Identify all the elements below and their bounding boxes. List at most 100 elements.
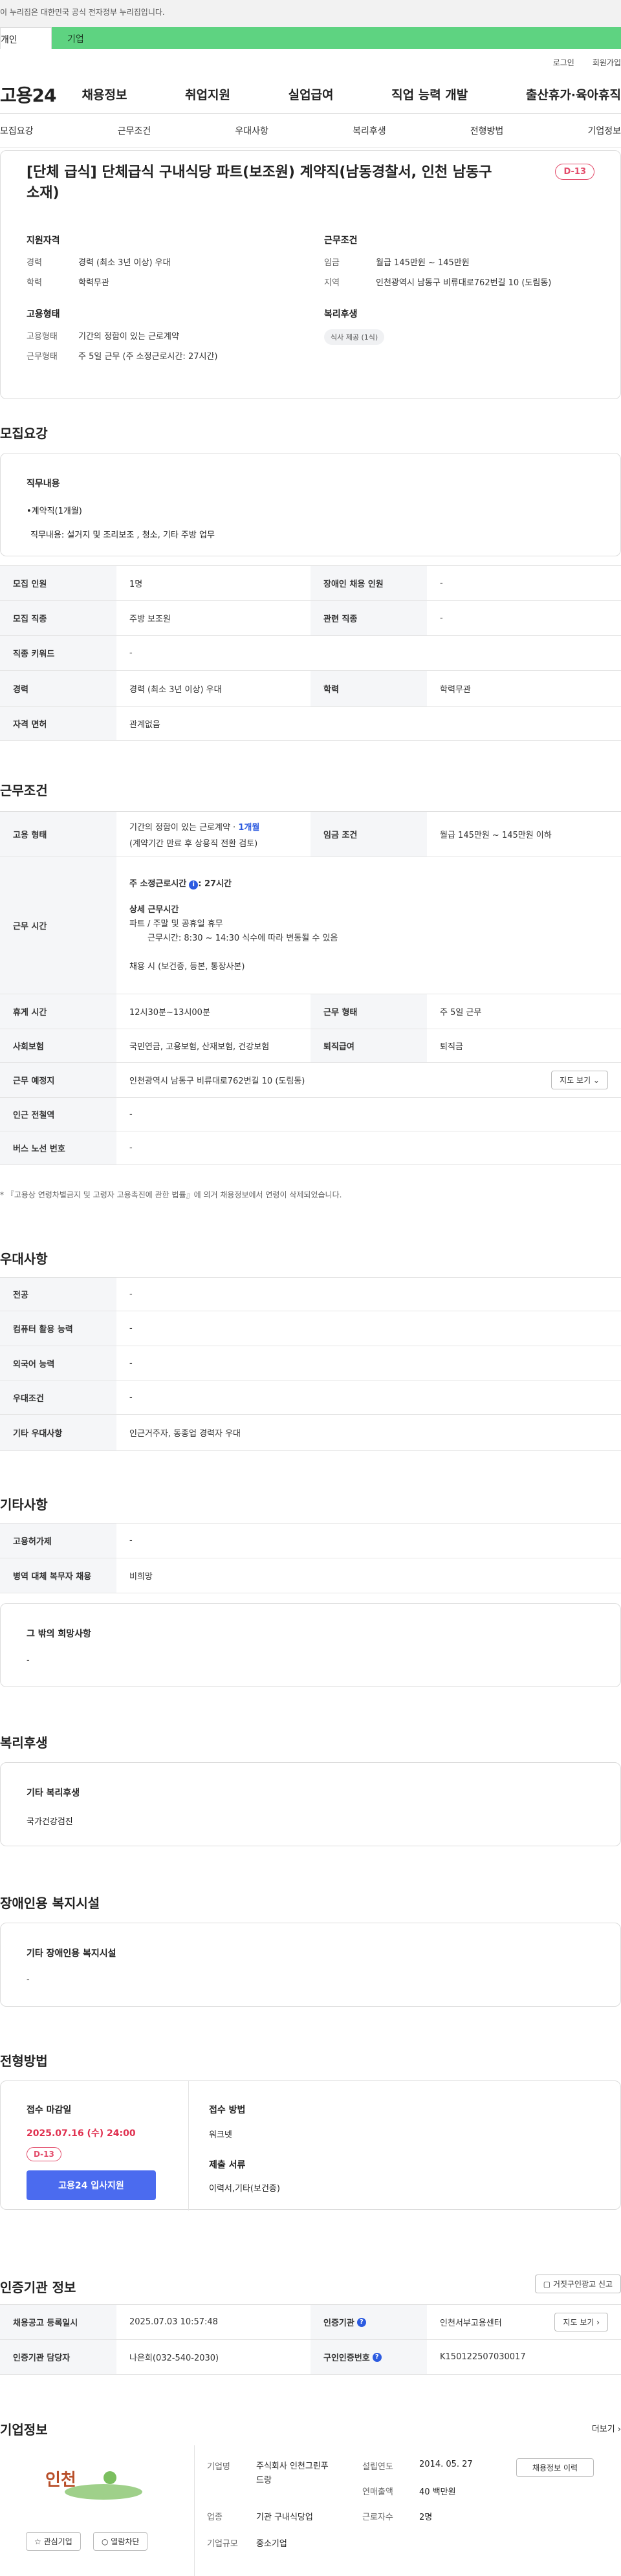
- th: 고용 형태: [0, 812, 116, 857]
- value: 경력 (최소 3년 이상) 우대: [78, 258, 171, 268]
- anchor-welfare[interactable]: 복리후생: [353, 124, 386, 137]
- time-line-5: 채용 시 (보건증, 등본, 통장사본): [129, 961, 245, 972]
- anchor-nav: 모집요강 근무조건 우대사항 복리후생 전형방법 기업정보: [0, 114, 621, 147]
- user-type-tabs: 개인 기업: [0, 27, 621, 49]
- emp-line-1: 기간의 정함이 있는 근로계약 · 1개월: [129, 820, 259, 833]
- cond-region: 지역 인천광역시 남동구 비류대로762번길 10 (도림동): [324, 276, 596, 288]
- td: 인천서부고용센터 지도 보기 ›: [427, 2305, 621, 2339]
- td: 주 소정근로시간 i: 27시간 상세 근무시간 파트 / 주말 및 공휴일 휴무…: [116, 857, 621, 994]
- label: 근무형태: [27, 352, 58, 362]
- login-link[interactable]: 로그인: [553, 57, 574, 68]
- emp-line-2: (계약기간 만료 후 상용직 전환 검토): [129, 838, 258, 849]
- time-line-4: 근무시간: 8:30 ~ 14:30 식수에 따라 변동될 수 있음: [147, 933, 338, 943]
- apply-button[interactable]: 고용24 입사지원: [27, 2170, 156, 2200]
- time-line-3: 파트 / 주말 및 공휴일 휴무: [129, 919, 223, 929]
- info-icon[interactable]: ?: [356, 2317, 366, 2327]
- gnb-item-training[interactable]: 직업 능력 개발: [391, 85, 468, 103]
- table-row: 사회보험 국민연금, 고용보험, 산재보험, 건강보험 퇴직급여 퇴직금: [0, 1029, 621, 1063]
- cond-wage: 임금 월급 145만원 ~ 145만원: [324, 256, 596, 268]
- report-button[interactable]: ▢ 거짓구인광고 신고: [534, 2275, 621, 2293]
- job-summary-card: [단체 급식] 단체급식 구내식당 파트(보조원) 계약직(남동경찰서, 인천 …: [0, 150, 621, 399]
- org-map-button[interactable]: 지도 보기 ›: [554, 2313, 608, 2331]
- duty-line-1: •계약직(1개월): [27, 507, 82, 516]
- td: 인천광역시 남동구 비류대로762번길 10 (도림동) 지도 보기 ⌄: [116, 1063, 621, 1097]
- company-size-row: 기업규모 중소기업: [207, 2537, 362, 2549]
- section-title-work: 근무조건: [0, 783, 48, 798]
- page: 이 누리집은 대한민국 공식 전자정부 누리집입니다. 개인 기업 로그인 회원…: [0, 0, 621, 2576]
- label: 근로자수: [362, 2513, 393, 2522]
- td: -: [129, 648, 133, 658]
- history-button[interactable]: 채용정보 이력: [516, 2458, 594, 2477]
- divider: [188, 2081, 189, 2210]
- company-info-left: 기업명 주식회사 인천그린푸드랑 업종 기관 구내식당업 기업규모 중소기업: [207, 2460, 362, 2549]
- gov-notice-bar: 이 누리집은 대한민국 공식 전자정부 누리집입니다.: [0, 0, 621, 27]
- emp-time: 근무형태 주 5일 근무 (주 소정근로시간: 27시간): [27, 349, 324, 362]
- logo-text: 인천: [45, 2471, 76, 2490]
- info-icon[interactable]: i: [189, 880, 199, 890]
- th: 모집 인원: [0, 566, 116, 600]
- place-value: 인천광역시 남동구 비류대로762번길 10 (도림동): [129, 1076, 305, 1086]
- site-logo[interactable]: 고용24: [0, 82, 56, 107]
- th: 인증기관 담당자: [0, 2340, 116, 2374]
- map-button[interactable]: 지도 보기 ⌄: [551, 1071, 608, 1089]
- th: 관련 직종: [310, 601, 427, 635]
- th: 직종 키워드: [0, 636, 116, 670]
- other-value: -: [27, 1655, 30, 1665]
- gnb-item-unemployment[interactable]: 실업급여: [289, 85, 334, 103]
- info-icon[interactable]: ?: [372, 2352, 382, 2362]
- table-row: 인증기관 담당자 나은희(032-540-2030) 구인인증번호? K1501…: [0, 2340, 621, 2375]
- td: 국민연금, 고용보험, 산재보험, 건강보험: [129, 1042, 270, 1052]
- section-title-company: 기업정보: [0, 2422, 48, 2438]
- th: 근무 시간: [0, 857, 116, 994]
- qual-career: 경력 경력 (최소 3년 이상) 우대: [27, 256, 324, 268]
- duty-title: 직무내용: [27, 479, 60, 489]
- work-table: 고용 형태 기간의 정함이 있는 근로계약 · 1개월 (계약기간 만료 후 상…: [0, 811, 621, 1165]
- company-panel: 인천 ☆ 관심기업 ○ 열람차단 기업명 주식회사 인천그린푸드랑 업종 기관 구내…: [0, 2445, 621, 2576]
- utility-bar: 로그인 회원가입: [0, 49, 621, 75]
- method-label: 접수 방법: [209, 2105, 246, 2115]
- join-link[interactable]: 회원가입: [593, 57, 621, 68]
- company-more-link[interactable]: 더보기 ›: [592, 2422, 621, 2434]
- td: -: [129, 1289, 133, 1299]
- anchor-pref[interactable]: 우대사항: [235, 124, 268, 137]
- value: 주 5일 근무 (주 소정근로시간: 27시간): [78, 352, 218, 362]
- qual-title: 지원자격: [27, 235, 60, 246]
- th: 경력: [0, 671, 116, 706]
- block-company-button[interactable]: ○ 열람차단: [93, 2532, 148, 2551]
- table-row: 인근 전철역 -: [0, 1098, 621, 1131]
- other-box: 그 밖의 희망사항 -: [0, 1603, 621, 1687]
- value: 2명: [419, 2513, 433, 2522]
- facility-box: 기타 장애인용 복지시설 -: [0, 1923, 621, 2007]
- anchor-company[interactable]: 기업정보: [587, 124, 621, 137]
- th: 병역 대체 복무자 채용: [0, 1558, 116, 1593]
- emp-period: 1개월: [238, 822, 260, 833]
- gnb-item-jobs[interactable]: 채용정보: [82, 85, 127, 103]
- emp-block: 고용형태 고용형태 기간의 정함이 있는 근로계약 근무형태 주 5일 근무 (주 …: [27, 307, 324, 362]
- section-title-pref: 우대사항: [0, 1251, 48, 1267]
- tab-company[interactable]: 기업: [52, 27, 621, 49]
- fav-company-button[interactable]: ☆ 관심기업: [26, 2532, 81, 2551]
- welfare-block: 복리후생 식사 제공 (1식): [324, 307, 596, 345]
- tab-person[interactable]: 개인: [0, 27, 52, 49]
- anchor-recruit[interactable]: 모집요강: [0, 124, 34, 137]
- table-row: 휴게 시간 12시30분~13시00분 근무 형태 주 5일 근무: [0, 994, 621, 1029]
- no-label: 구인인증번호: [323, 2353, 370, 2363]
- label: 기업규모: [207, 2539, 238, 2549]
- anchor-process[interactable]: 전형방법: [470, 124, 504, 137]
- emp-type: 기간의 정함이 있는 근로계약 ·: [129, 822, 239, 833]
- gnb-item-employment-support[interactable]: 취업지원: [185, 85, 230, 103]
- table-row: 모집 직종 주방 보조원 관련 직종 -: [0, 601, 621, 636]
- time-label: 주 소정근로시간: [129, 879, 187, 889]
- label: 임금: [324, 258, 340, 268]
- job-title: [단체 급식] 단체급식 구내식당 파트(보조원) 계약직(남동경찰서, 인천 …: [27, 164, 492, 201]
- th: 퇴직급여: [310, 1029, 427, 1062]
- company-logo: 인천: [26, 2463, 155, 2505]
- section-title-process: 전형방법: [0, 2053, 48, 2069]
- company-year-row: 설립연도 2014. 05. 27: [362, 2460, 492, 2472]
- emp-type: 고용형태 기간의 정함이 있는 근로계약: [27, 329, 324, 342]
- company-info-right: 설립연도 2014. 05. 27 연매출액 40 백만원 근로자수 2명: [362, 2460, 492, 2522]
- anchor-work[interactable]: 근무조건: [118, 124, 151, 137]
- td: 주 5일 근무: [440, 1008, 482, 1018]
- th: 기타 우대사항: [0, 1415, 116, 1450]
- gnb-item-leave[interactable]: 출산휴가·육아휴직: [526, 85, 621, 103]
